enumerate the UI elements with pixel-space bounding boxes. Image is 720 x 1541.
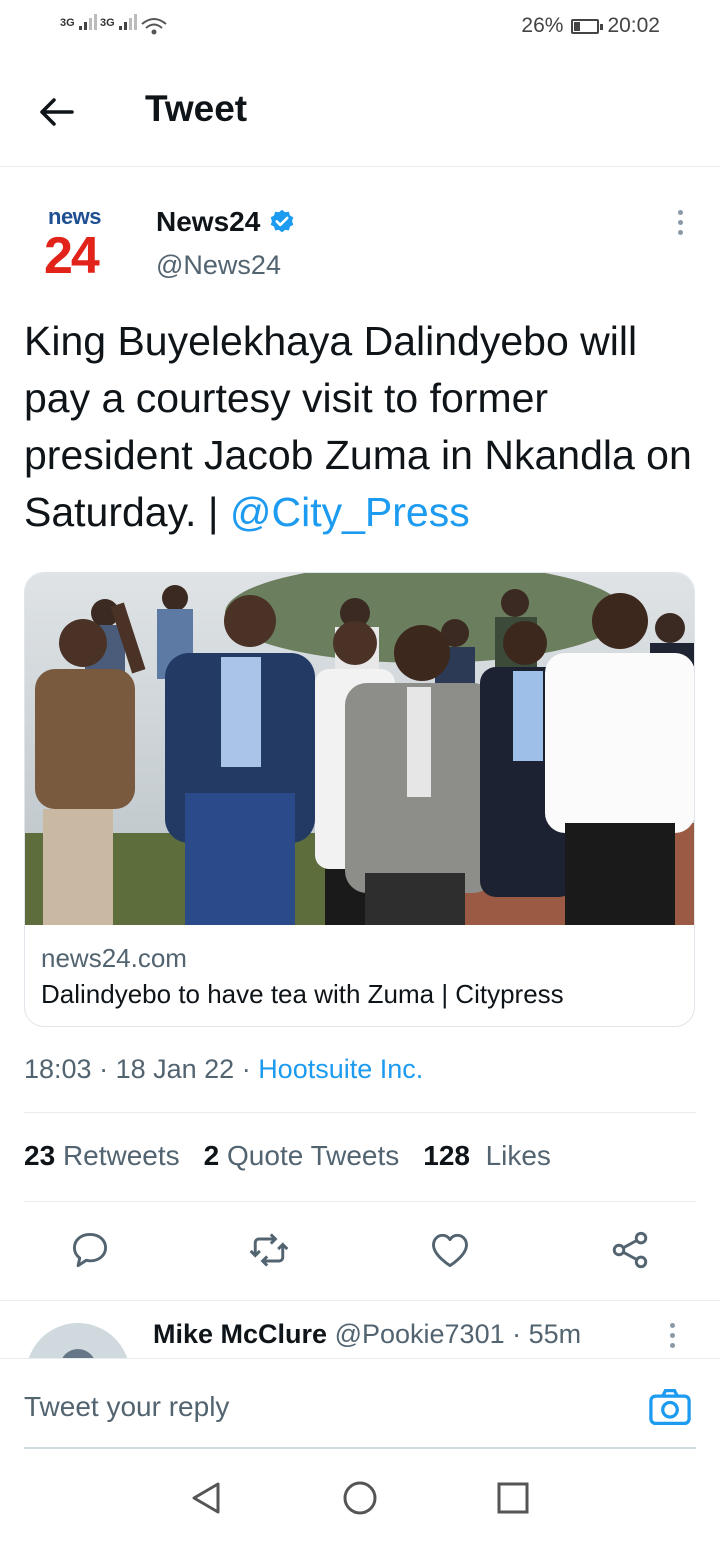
retweet-icon [249, 1233, 289, 1267]
author-avatar-logo[interactable]: news 24 [38, 204, 118, 284]
tweet-actions [0, 1212, 720, 1292]
nav-recents-button[interactable] [493, 1478, 533, 1518]
link-card[interactable]: news24.com Dalindyebo to have tea with Z… [24, 572, 695, 1027]
like-button[interactable] [428, 1228, 472, 1272]
reply-header: Mike McClure @Pookie7301 · 55m [153, 1319, 581, 1350]
reply-author-name: Mike McClure [153, 1319, 328, 1349]
divider [24, 1112, 696, 1113]
reply-input[interactable]: Tweet your reply [24, 1391, 229, 1423]
retweets-stat[interactable]: 23 Retweets [24, 1140, 180, 1172]
status-bar: 3G 3G 26% 20:02 [0, 0, 720, 56]
reply-button[interactable] [68, 1228, 112, 1272]
page-title: Tweet [145, 88, 248, 129]
tweet-source-link[interactable]: Hootsuite Inc. [258, 1054, 423, 1084]
meta-separator: · [91, 1054, 116, 1084]
more-vertical-icon [670, 208, 690, 235]
mention-link[interactable]: @City_Press [230, 489, 470, 535]
camera-icon [649, 1389, 691, 1425]
retweet-button[interactable] [247, 1228, 291, 1272]
reply-more-button[interactable] [662, 1323, 682, 1353]
nav-back-icon [192, 1482, 220, 1514]
battery-icon [571, 18, 604, 34]
card-image [25, 573, 694, 925]
share-icon [612, 1231, 648, 1269]
divider [24, 1201, 696, 1202]
camera-button[interactable] [648, 1387, 692, 1427]
app-header: Tweet [0, 56, 720, 167]
battery-percent: 26% [521, 14, 564, 37]
nav-home-button[interactable] [340, 1478, 380, 1518]
tweet-text: King Buyelekhaya Dalindyebo will pay a c… [24, 313, 704, 541]
composer-underline [24, 1447, 696, 1449]
like-icon [432, 1233, 468, 1268]
more-options-button[interactable] [670, 208, 690, 238]
meta-separator: · [504, 1319, 529, 1349]
battery-fill [574, 21, 581, 31]
card-domain: news24.com [41, 943, 187, 973]
author-name[interactable]: News24 [156, 206, 296, 238]
signal-strength-2: 3G [100, 14, 140, 30]
reply-author-handle: @Pookie7301 [334, 1319, 505, 1349]
share-button[interactable] [608, 1228, 652, 1272]
reply-composer: Tweet your reply [0, 1358, 720, 1449]
tweet-meta: 18:03 · 18 Jan 22 · Hootsuite Inc. [24, 1054, 423, 1085]
meta-separator: · [234, 1054, 259, 1084]
reply-avatar[interactable] [26, 1323, 130, 1359]
reply-item[interactable]: Mike McClure @Pookie7301 · 55m [0, 1300, 720, 1359]
tweet-date: 18 Jan 22 [115, 1054, 235, 1084]
wifi-icon [141, 18, 167, 35]
author-name-text: News24 [156, 206, 261, 237]
logo-text-24: 24 [44, 227, 100, 285]
verified-badge-icon [270, 209, 294, 233]
tweet-stats: 23 Retweets 2 Quote Tweets 128 Likes [24, 1140, 551, 1172]
nav-back-button[interactable] [186, 1478, 226, 1518]
signal-strength-1: 3G [60, 14, 100, 30]
author-handle[interactable]: @News24 [156, 250, 281, 281]
card-title: Dalindyebo to have tea with Zuma | Cityp… [41, 979, 564, 1009]
likes-stat[interactable]: 128 Likes [423, 1140, 551, 1172]
more-vertical-icon [662, 1323, 682, 1348]
reply-time: 55m [528, 1319, 582, 1349]
status-right: 26% 20:02 [521, 14, 660, 38]
clock: 20:02 [607, 14, 660, 37]
nav-home-icon [343, 1481, 377, 1515]
back-button[interactable] [30, 86, 82, 138]
tweet-time: 18:03 [24, 1054, 92, 1084]
reply-icon [72, 1232, 108, 1268]
quote-tweets-stat[interactable]: 2 Quote Tweets [204, 1140, 400, 1172]
back-arrow-icon [40, 98, 74, 126]
system-navigation-bar [0, 1450, 720, 1541]
nav-recents-icon [497, 1482, 529, 1514]
